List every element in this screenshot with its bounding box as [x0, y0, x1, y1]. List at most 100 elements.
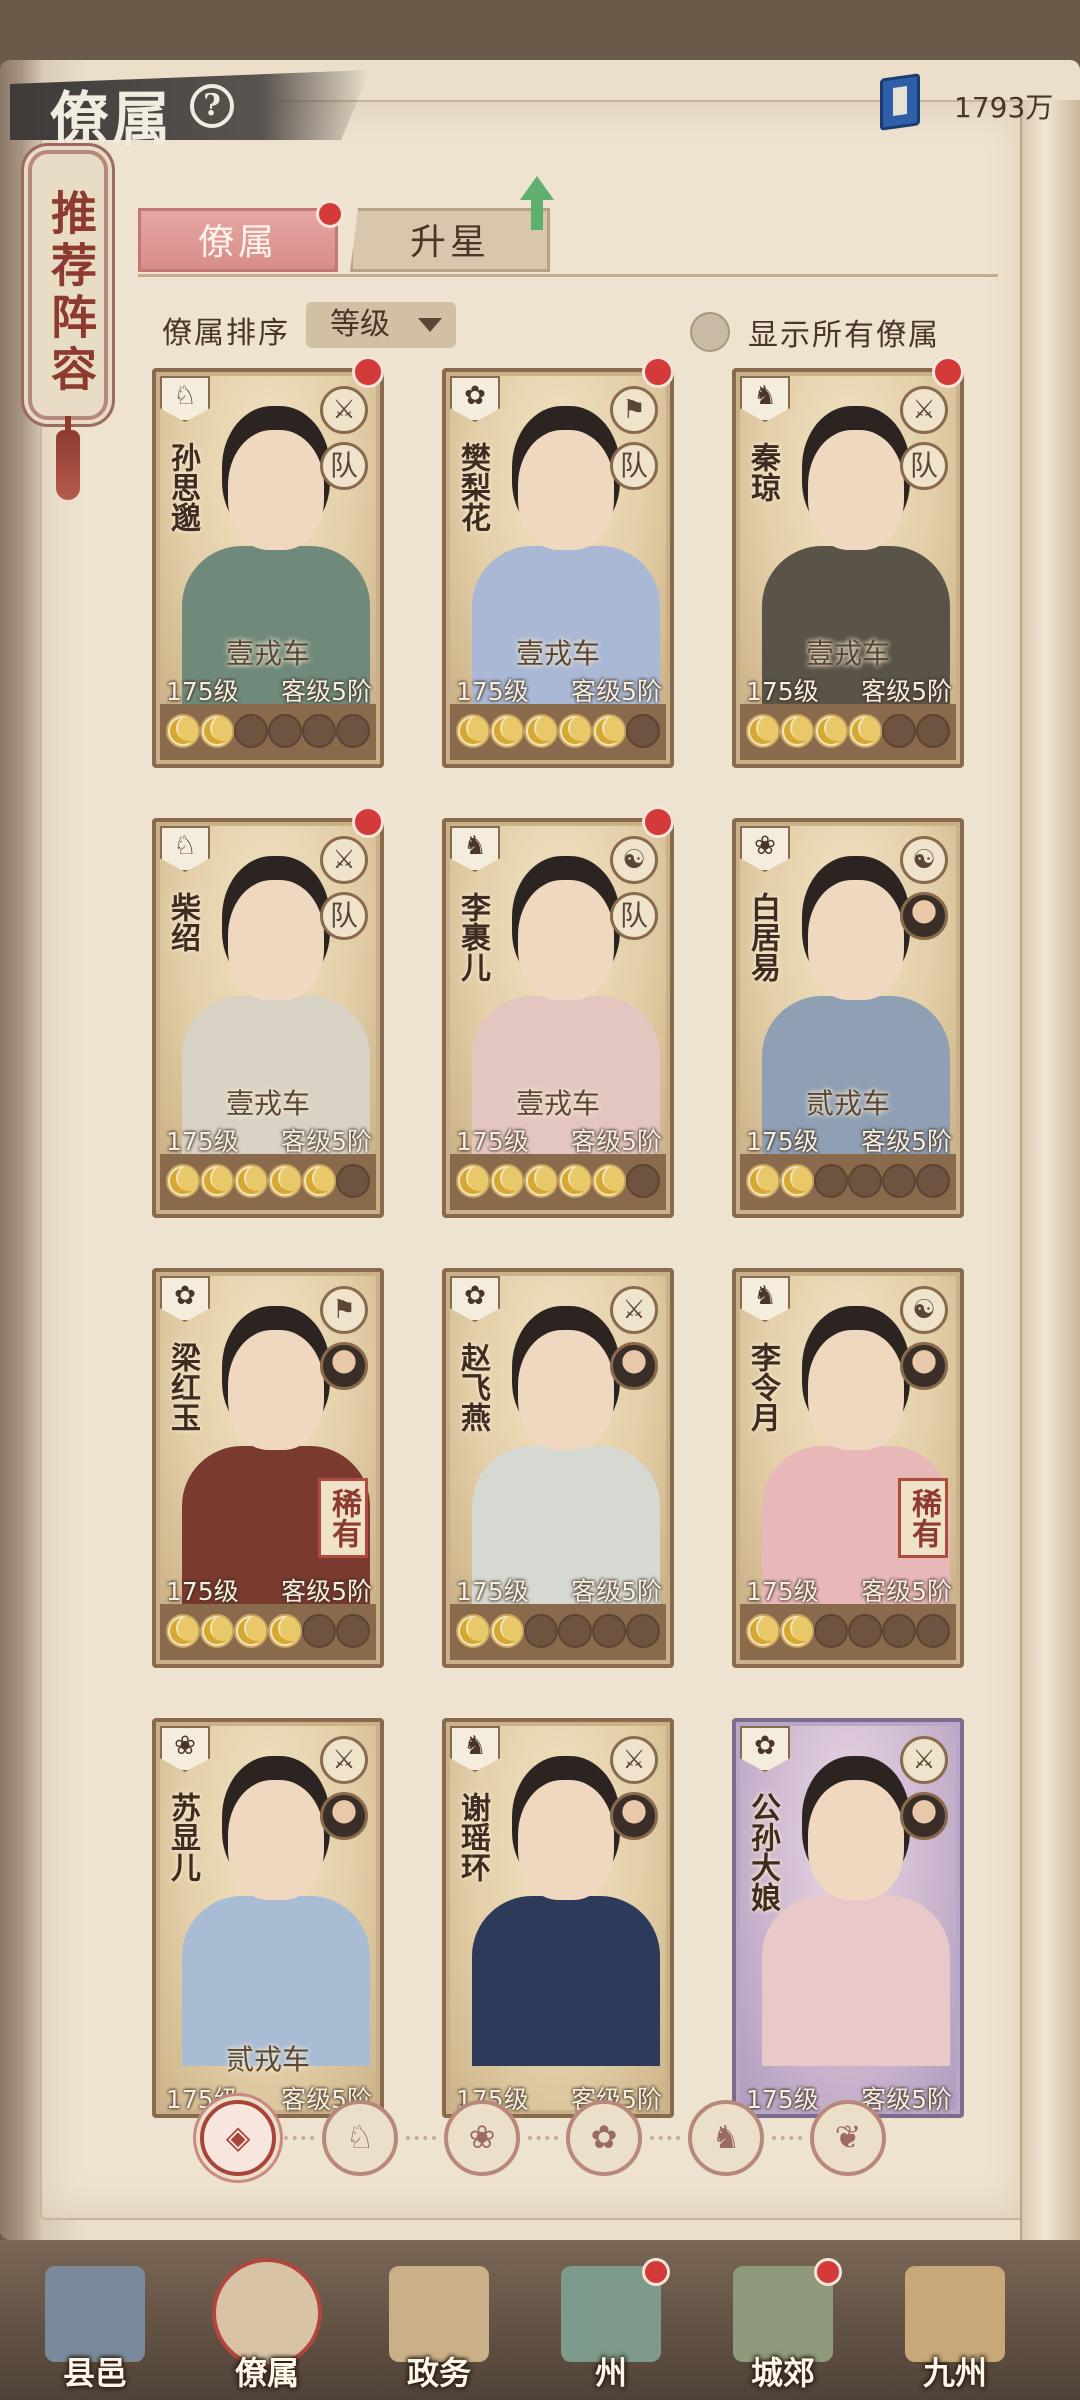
retainer-rank: 客级5阶: [281, 1577, 372, 1606]
horse-icon[interactable]: ♘: [322, 2100, 398, 2176]
star-row: [450, 704, 666, 760]
portrait-head: [228, 1330, 324, 1450]
class-icon: ☯: [610, 836, 658, 884]
retainer-card[interactable]: ♞ ☯ 李令月 稀有 175级 客级5阶: [732, 1268, 964, 1668]
level-row: 175级 客级5阶: [736, 666, 960, 706]
leaf-icon[interactable]: ❦: [810, 2100, 886, 2176]
squad-icon: 队: [320, 442, 368, 490]
filter-separator: [772, 2136, 802, 2140]
moon-star-filled-icon: [746, 714, 780, 748]
retainer-level: 175级: [746, 1127, 819, 1156]
retainer-rank: 客级5阶: [861, 1127, 952, 1156]
portrait-head: [228, 1780, 324, 1900]
nav-label: 九州: [922, 2354, 987, 2392]
portrait-head: [808, 880, 904, 1000]
retainer-card[interactable]: ✿ ⚔ 赵飞燕 175级 客级5阶: [442, 1268, 674, 1668]
squad-icon: 队: [610, 442, 658, 490]
moon-star-filled-icon: [200, 1164, 234, 1198]
retainer-level: 175级: [166, 1577, 239, 1606]
retainer-card[interactable]: ✿ ⚑ 梁红玉 稀有 175级 客级5阶: [152, 1268, 384, 1668]
help-icon[interactable]: ?: [190, 84, 234, 128]
squad-icon: 队: [320, 892, 368, 940]
nav-item[interactable]: 僚属: [192, 2250, 342, 2400]
moon-star-filled-icon: [490, 714, 524, 748]
partner-avatar-icon: [900, 1792, 948, 1840]
filter-separator: [406, 2136, 436, 2140]
nav-item[interactable]: 九州: [880, 2250, 1030, 2400]
portrait-head: [518, 880, 614, 1000]
class-icon: ⚔: [610, 1736, 658, 1784]
moon-star-filled-icon: [200, 714, 234, 748]
moon-star-filled-icon: [558, 714, 592, 748]
sort-label: 僚属排序: [162, 316, 290, 351]
moon-star-filled-icon: [524, 714, 558, 748]
nav-item[interactable]: 政务: [364, 2250, 514, 2400]
moon-star-filled-icon: [558, 1164, 592, 1198]
class-icon: ⚑: [610, 386, 658, 434]
retainer-rank: 客级5阶: [281, 1127, 372, 1156]
moon-star-empty-icon: [268, 714, 302, 748]
moon-star-empty-icon: [592, 1614, 626, 1648]
portrait-head: [228, 880, 324, 1000]
moon-star-empty-icon: [848, 1164, 882, 1198]
recommend-lineup-button[interactable]: 推荐阵容: [28, 150, 108, 420]
retainer-card[interactable]: ❀ ⚔ 苏显儿 贰戎车 175级 客级5阶: [152, 1718, 384, 2118]
retainer-name: 公孙大娘: [745, 1792, 780, 1912]
moon-star-filled-icon: [166, 1164, 200, 1198]
bottom-nav: 县邑 僚属 政务 州 城郊 九州: [0, 2240, 1080, 2400]
moon-star-empty-icon: [626, 1164, 660, 1198]
filter-separator: [528, 2136, 558, 2140]
lion-icon[interactable]: ♞: [688, 2100, 764, 2176]
star-row: [450, 1604, 666, 1660]
show-all-checkbox[interactable]: [690, 312, 730, 352]
nav-item[interactable]: 县邑: [20, 2250, 170, 2400]
currency-display: 1793万: [880, 73, 1060, 131]
retainer-card[interactable]: ♞ ⚔ 谢瑶环 175级 客级5阶: [442, 1718, 674, 2118]
class-icon: ⚑: [320, 1286, 368, 1334]
retainer-level: 175级: [456, 677, 529, 706]
retainer-card[interactable]: ♞ ⚔ 队秦琼 壹戎车 175级 客级5阶: [732, 368, 964, 768]
tab-retainers[interactable]: 僚属: [138, 208, 338, 272]
moon-star-filled-icon: [746, 1164, 780, 1198]
notification-dot: [814, 2258, 842, 2286]
class-icon: ⚔: [320, 386, 368, 434]
notification-dot: [642, 356, 674, 388]
level-row: 175级 客级5阶: [156, 666, 380, 706]
portrait-body: [762, 1896, 950, 2066]
retainer-level: 175级: [746, 1577, 819, 1606]
retainer-level: 175级: [456, 1577, 529, 1606]
moon-star-empty-icon: [234, 714, 268, 748]
moon-star-filled-icon: [456, 714, 490, 748]
all-icon[interactable]: ◈: [200, 2100, 276, 2176]
partner-avatar-icon: [900, 1342, 948, 1390]
upgrade-arrow-icon: [520, 176, 554, 232]
moon-star-empty-icon: [336, 714, 370, 748]
retainer-card[interactable]: ♘ ⚔ 队柴绍 壹戎车 175级 客级5阶: [152, 818, 384, 1218]
retainer-rank: 客级5阶: [571, 1127, 662, 1156]
fan-icon[interactable]: ✿: [566, 2100, 642, 2176]
moon-star-empty-icon: [882, 1164, 916, 1198]
moon-star-empty-icon: [916, 1164, 950, 1198]
moon-star-empty-icon: [814, 1164, 848, 1198]
notification-dot: [352, 806, 384, 838]
retainer-card[interactable]: ✿ ⚔ 公孙大娘 175级 客级5阶: [732, 1718, 964, 2118]
class-icon: ⚔: [900, 386, 948, 434]
retainer-card[interactable]: ♘ ⚔ 队孙思邈 壹戎车 175级 客级5阶: [152, 368, 384, 768]
star-row: [740, 1154, 956, 1210]
retainer-name: 樊梨花: [455, 442, 490, 532]
retainer-card[interactable]: ✿ ⚑ 队樊梨花 壹戎车 175级 客级5阶: [442, 368, 674, 768]
moon-star-empty-icon: [882, 714, 916, 748]
level-row: 175级 客级5阶: [736, 1566, 960, 1606]
notification-dot: [316, 200, 344, 228]
retainer-card[interactable]: ♞ ☯ 队李裹儿 壹戎车 175级 客级5阶: [442, 818, 674, 1218]
nav-item[interactable]: 州: [536, 2250, 686, 2400]
portrait-body: [472, 1896, 660, 2066]
nav-item[interactable]: 城郊: [708, 2250, 858, 2400]
retainer-name: 孙思邈: [165, 442, 200, 532]
moon-star-filled-icon: [234, 1164, 268, 1198]
retainer-level: 175级: [166, 677, 239, 706]
cat-icon[interactable]: ❀: [444, 2100, 520, 2176]
sort-dropdown[interactable]: 等级: [306, 302, 456, 348]
retainer-card[interactable]: ❀ ☯ 白居易 贰戎车 175级 客级5阶: [732, 818, 964, 1218]
portrait-head: [518, 430, 614, 550]
